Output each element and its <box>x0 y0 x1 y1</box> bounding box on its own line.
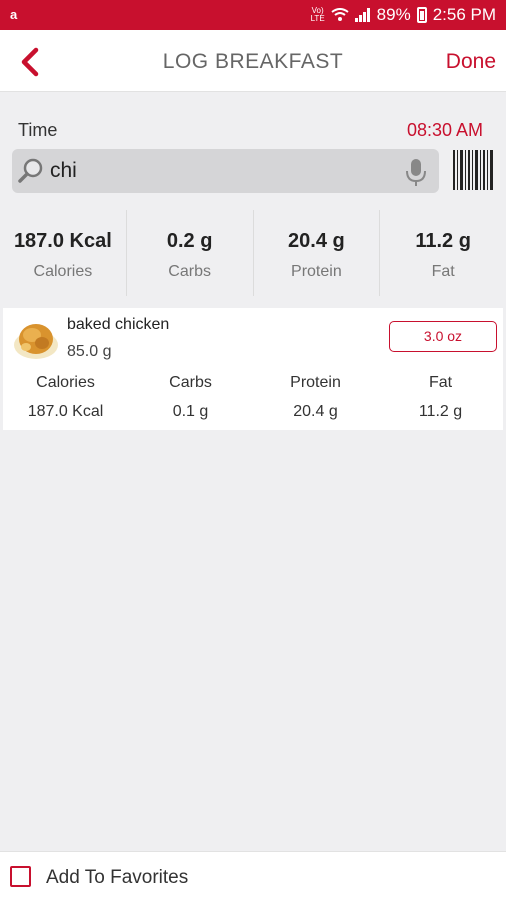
summary-label: Carbs <box>168 263 211 280</box>
summary-calories: 187.0 Kcal Calories <box>0 210 127 296</box>
summary-value: 11.2 g <box>415 230 471 252</box>
done-button[interactable]: Done <box>446 50 496 74</box>
nutrient-value: 187.0 Kcal <box>27 403 104 420</box>
nutrient-header: Fat <box>428 374 453 391</box>
favorites-bar: Add To Favorites <box>0 851 506 900</box>
notification-icon: a <box>10 7 18 22</box>
nutrition-summary: 187.0 Kcal Calories 0.2 g Carbs 20.4 g P… <box>0 210 506 296</box>
summary-label: Calories <box>33 263 93 280</box>
food-item-card[interactable]: baked chicken 85.0 g 3.0 oz Calories Car… <box>3 308 503 430</box>
favorites-checkbox[interactable] <box>10 866 31 887</box>
summary-label: Protein <box>291 263 342 280</box>
wifi-icon <box>331 8 349 21</box>
food-name: baked chicken <box>67 316 170 333</box>
status-bar: a Vo) LTE 89% 2:56 PM <box>0 0 506 30</box>
barcode-icon[interactable] <box>453 150 493 190</box>
serving-size-button[interactable]: 3.0 oz <box>389 321 497 352</box>
search-icon <box>18 158 43 183</box>
battery-icon <box>416 7 427 23</box>
food-weight: 85.0 g <box>67 343 112 360</box>
nutrient-header: Carbs <box>169 374 212 391</box>
microphone-icon[interactable] <box>403 157 429 187</box>
time-picker[interactable]: 08:30 AM <box>407 120 483 141</box>
battery-percent: 89% <box>376 5 411 24</box>
search-box[interactable] <box>12 149 439 193</box>
nutrient-header: Protein <box>290 374 341 391</box>
food-nutrient-headers: Calories Carbs Protein Fat <box>3 374 503 392</box>
favorites-label[interactable]: Add To Favorites <box>46 867 188 889</box>
food-nutrient-values: 187.0 Kcal 0.1 g 20.4 g 11.2 g <box>3 403 503 421</box>
signal-icon <box>354 8 370 22</box>
nutrient-value: 20.4 g <box>293 403 338 420</box>
summary-protein: 20.4 g Protein <box>254 210 381 296</box>
summary-value: 0.2 g <box>166 230 213 252</box>
status-time: 2:56 PM <box>432 5 496 24</box>
nutrient-value: 11.2 g <box>418 403 463 420</box>
search-input[interactable] <box>50 155 390 187</box>
summary-carbs: 0.2 g Carbs <box>127 210 254 296</box>
time-label: Time <box>18 120 58 140</box>
summary-value: 20.4 g <box>288 230 345 252</box>
summary-label: Fat <box>431 263 455 280</box>
volte-icon: Vo) LTE <box>310 6 325 23</box>
nutrient-header: Calories <box>36 374 95 391</box>
nutrient-value: 0.1 g <box>172 403 209 420</box>
baked-chicken-image <box>14 324 58 359</box>
page-title: LOG BREAKFAST <box>162 50 344 73</box>
summary-value: 187.0 Kcal <box>13 230 112 252</box>
app-bar: LOG BREAKFAST Done <box>0 30 506 92</box>
status-indicators: Vo) LTE 89% 2:56 PM <box>311 5 496 25</box>
summary-fat: 11.2 g Fat <box>380 210 506 296</box>
